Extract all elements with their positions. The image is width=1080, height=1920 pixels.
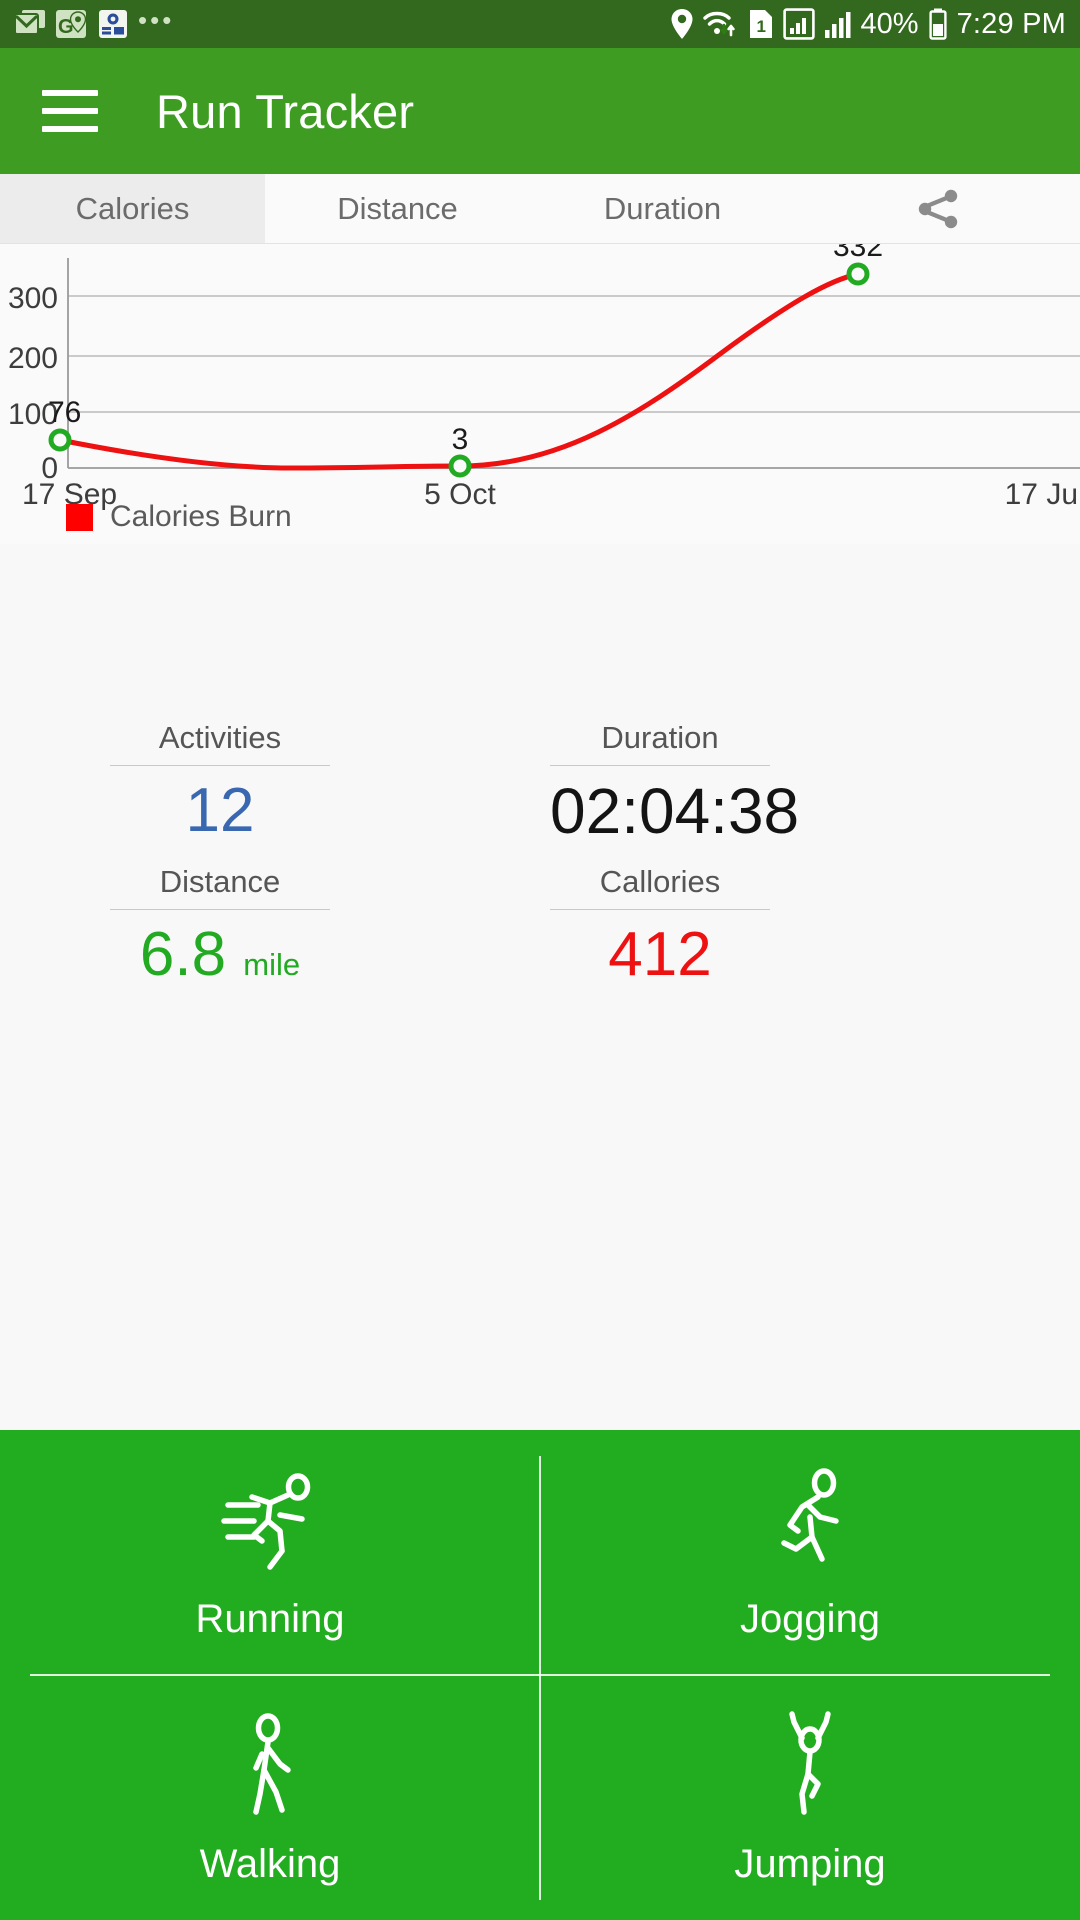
data-label-76: 76 (48, 396, 81, 429)
calories-line-chart: 300 200 100 0 76 3 332 17 Sep 5 Oct 17 J… (0, 244, 1080, 544)
sim1-icon: 1 (749, 10, 772, 38)
app-badge-icon (99, 10, 127, 38)
stat-activities-label: Activities (158, 720, 282, 755)
signal-icon (824, 12, 851, 38)
email-icon (14, 10, 45, 35)
legend-swatch-calories-burn (66, 503, 93, 531)
y-tick-300: 300 (8, 282, 58, 315)
activity-label-running: Running (195, 1597, 345, 1641)
status-bar-right-icons: 1 40% 7:29 PM (670, 8, 1066, 41)
data-label-3: 3 (452, 423, 469, 456)
stat-distance-label: Distance (159, 864, 281, 899)
activity-divider-vertical-bottom (539, 1675, 541, 1900)
data-point-76 (48, 428, 72, 452)
stat-distance-value: 6.8 mile (110, 910, 330, 987)
y-tick-200: 200 (8, 342, 58, 375)
stat-distance-unit: mile (243, 947, 301, 982)
chart-svg: 300 200 100 0 76 3 332 17 Sep 5 Oct 17 J… (8, 244, 1080, 511)
activity-label-walking: Walking (199, 1842, 341, 1886)
stat-callories-label: Callories (599, 864, 721, 899)
x-tick-17-ju: 17 Ju (1005, 478, 1078, 511)
tab-calories[interactable]: Calories (0, 174, 265, 243)
share-button[interactable] (795, 174, 1080, 243)
more-dots-icon: ••• (138, 4, 175, 35)
battery-percent-label: 40% (860, 7, 919, 40)
data-point-332 (846, 262, 870, 286)
svg-text:1: 1 (756, 17, 765, 36)
stat-callories: Callories 412 (550, 864, 770, 987)
jogging-person-icon (781, 1468, 839, 1562)
stat-distance: Distance 6.8 mile (110, 864, 330, 987)
page-title: Run Tracker (156, 84, 415, 138)
legend-label-calories-burn: Calories Burn (110, 500, 292, 533)
activity-label-jogging: Jogging (739, 1597, 881, 1641)
walking-person-icon (253, 1713, 291, 1815)
stat-duration-value: 02:04:38 (550, 775, 800, 847)
stat-distance-number: 6.8 (139, 920, 227, 989)
stat-duration: Duration 02:04:38 (550, 720, 800, 847)
google-maps-icon: G (56, 10, 87, 38)
stat-activities-value: 12 (185, 776, 255, 845)
stat-activities: Activities 12 (110, 720, 330, 843)
share-icon (918, 189, 957, 228)
tab-bar: Calories Distance Duration (0, 174, 1080, 244)
status-bar-left-icons: G ••• (14, 4, 175, 40)
activity-cell-jogging[interactable]: Jogging (540, 1430, 1080, 1675)
jumping-person-icon (789, 1711, 831, 1815)
battery-icon (928, 8, 947, 40)
hamburger-menu-icon[interactable] (42, 90, 98, 132)
tab-distance[interactable]: Distance (265, 174, 530, 243)
stat-callories-value: 412 (608, 920, 712, 989)
location-icon (671, 9, 693, 39)
activity-cell-walking[interactable]: Walking (0, 1675, 540, 1920)
x-tick-5-oct: 5 Oct (424, 478, 496, 511)
status-bar: G ••• 1 40% 7:29 PM (0, 0, 1080, 48)
signal-boxed-icon (782, 8, 815, 40)
stat-duration-label: Duration (601, 720, 719, 755)
clock-label: 7:29 PM (956, 7, 1066, 40)
summary-stats: Activities 12 Duration 02:04:38 Distance… (0, 720, 1080, 1000)
data-point-3 (448, 454, 472, 478)
data-label-332: 332 (833, 244, 883, 263)
activity-grid: Running Jogging Walking Jumping (0, 1430, 1080, 1920)
chart-legend: Calories Burn (66, 500, 292, 534)
activity-divider-vertical-top (539, 1456, 541, 1675)
app-bar: Run Tracker (0, 48, 1080, 174)
activity-label-jumping: Jumping (734, 1842, 886, 1886)
wifi-icon (702, 11, 735, 37)
activity-cell-running[interactable]: Running (0, 1430, 540, 1675)
tab-duration[interactable]: Duration (530, 174, 795, 243)
activity-cell-jumping[interactable]: Jumping (540, 1675, 1080, 1920)
running-person-icon (221, 1473, 311, 1570)
